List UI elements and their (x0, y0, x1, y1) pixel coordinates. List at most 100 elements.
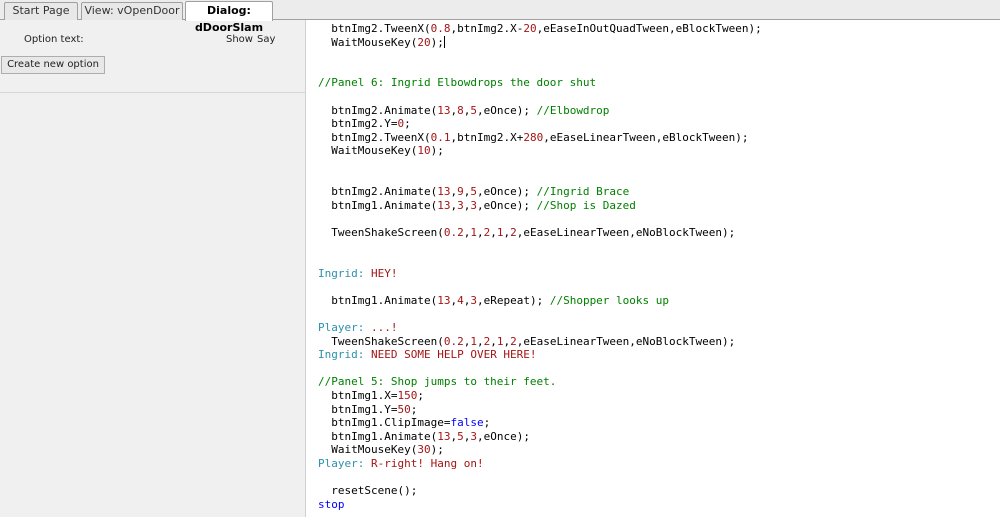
text-caret (443, 35, 445, 48)
code-token: 2 (510, 334, 517, 348)
code-line[interactable]: Ingrid: NEED SOME HELP OVER HERE! (318, 348, 762, 362)
code-line[interactable]: TweenShakeScreen(0.2,1,2,1,2,eEaseLinear… (318, 335, 762, 349)
code-line[interactable]: btnImg2.Y=0; (318, 117, 762, 131)
code-token: 150 (397, 389, 418, 403)
code-token: , (490, 225, 497, 239)
code-token: TweenShakeScreen( (318, 334, 444, 348)
code-line[interactable] (318, 172, 762, 186)
code-token: //Panel 5: Shop jumps to their feet. (318, 375, 557, 389)
code-token: 13 (437, 293, 451, 307)
code-line[interactable]: btnImg2.TweenX(0.1,btnImg2.X+280,eEaseLi… (318, 131, 762, 145)
code-token: 5 (457, 429, 464, 443)
code-line[interactable]: TweenShakeScreen(0.2,1,2,1,2,eEaseLinear… (318, 226, 762, 240)
code-token: NEED SOME HELP OVER HERE! (370, 348, 537, 362)
code-token: //Elbowdrop (536, 103, 610, 117)
code-token: HEY! (370, 266, 398, 280)
code-line[interactable]: btnImg2.Animate(13,8,5,eOnce); //Elbowdr… (318, 104, 762, 118)
code-token: ,eOnce); (476, 198, 537, 212)
code-token: TweenShakeScreen( (318, 225, 444, 239)
code-token: 8 (457, 103, 464, 117)
code-token: btnImg1.X= (318, 389, 398, 403)
code-line[interactable]: Ingrid: HEY! (318, 267, 762, 281)
code-token: btnImg1.ClipImage= (318, 416, 451, 430)
code-token: 5 (470, 185, 477, 199)
code-line[interactable] (318, 63, 762, 77)
code-line[interactable] (318, 240, 762, 254)
tab-view-vopendoor[interactable]: View: vOpenDoor (81, 2, 183, 20)
code-token: ,eOnce); (476, 429, 530, 443)
code-token: ,eEaseLinearTween,eNoBlockTween); (516, 334, 736, 348)
code-token: ,btnImg2.X- (450, 22, 524, 35)
tab-dialog-ddoorslam[interactable]: Dialog: dDoorSlam (185, 1, 273, 34)
code-token: , (476, 225, 484, 239)
tab-bar: Start Page View: vOpenDoor Dialog: dDoor… (0, 0, 1000, 34)
code-line[interactable] (318, 307, 762, 321)
code-token: btnImg2.TweenX( (318, 130, 431, 144)
code-line[interactable] (318, 212, 762, 226)
tab-start-page[interactable]: Start Page (4, 2, 78, 20)
code-token: ,eRepeat); (476, 293, 550, 307)
code-token: ; (410, 402, 418, 416)
code-token: , (490, 334, 497, 348)
create-new-option-button[interactable]: Create new option (1, 56, 105, 74)
code-line[interactable]: WaitMouseKey(30); (318, 443, 762, 457)
code-line[interactable] (318, 362, 762, 376)
code-token: 13 (437, 429, 451, 443)
code-line[interactable]: //Panel 5: Shop jumps to their feet. (318, 375, 762, 389)
code-line[interactable]: btnImg1.Animate(13,5,3,eOnce); (318, 430, 762, 444)
code-token: 1 (470, 334, 477, 348)
code-token: Player: (318, 321, 371, 335)
code-line[interactable]: btnImg1.X=150; (318, 389, 762, 403)
code-token: 3 (457, 198, 464, 212)
code-token: 4 (457, 293, 464, 307)
code-token: 5 (470, 103, 477, 117)
code-line[interactable]: Player: R-right! Hang on! (318, 457, 762, 471)
code-token: 9 (457, 185, 464, 199)
code-line[interactable] (318, 158, 762, 172)
code-token: ,eOnce); (476, 185, 537, 199)
code-line[interactable] (318, 49, 762, 63)
code-token: 280 (523, 130, 544, 144)
code-token: WaitMouseKey( (318, 35, 418, 49)
code-token: ,eEaseLinearTween,eNoBlockTween); (516, 225, 736, 239)
code-token: , (476, 334, 484, 348)
code-line[interactable]: btnImg1.Animate(13,3,3,eOnce); //Shop is… (318, 199, 762, 213)
code-token: 2 (510, 225, 517, 239)
code-line[interactable] (318, 280, 762, 294)
code-line[interactable]: //Panel 6: Ingrid Elbowdrops the door sh… (318, 76, 762, 90)
code-token: 13 (437, 103, 451, 117)
code-token: R-right! Hang on! (370, 457, 484, 470)
code-line[interactable]: WaitMouseKey(10); (318, 144, 762, 158)
code-token: //Shopper looks up (549, 293, 670, 307)
code-line[interactable]: WaitMouseKey(20); (318, 35, 762, 50)
code-token: WaitMouseKey( (318, 443, 418, 457)
code-token: 1 (470, 225, 477, 239)
code-token: false (450, 416, 484, 430)
code-token: ); (430, 35, 444, 49)
code-line[interactable] (318, 253, 762, 267)
code-token: 20 (417, 35, 431, 49)
code-token: btnImg2.Animate( (318, 185, 438, 199)
code-text[interactable]: btnImg2.TweenX(0.8,btnImg2.X-20,eEaseInO… (318, 22, 762, 511)
code-line[interactable]: btnImg2.TweenX(0.8,btnImg2.X-20,eEaseInO… (318, 22, 762, 36)
code-token: btnImg2.Y= (318, 117, 398, 131)
code-line[interactable]: btnImg1.Animate(13,4,3,eRepeat); //Shopp… (318, 294, 762, 308)
code-token: ); (430, 144, 444, 158)
code-line[interactable]: btnImg2.Animate(13,9,5,eOnce); //Ingrid … (318, 185, 762, 199)
code-line[interactable] (318, 471, 762, 485)
code-line[interactable]: resetScene(); (318, 484, 762, 498)
code-line[interactable]: Player: ...! (318, 321, 762, 335)
code-token: stop (318, 497, 345, 511)
code-token: 0.1 (430, 130, 451, 144)
script-editor[interactable]: btnImg2.TweenX(0.8,btnImg2.X-20,eEaseInO… (306, 20, 1000, 517)
dialog-options-panel: Option text: Show Say Create new option (0, 20, 306, 517)
code-line[interactable] (318, 90, 762, 104)
code-line[interactable]: stop (318, 498, 762, 512)
code-token: btnImg1.Animate( (318, 198, 438, 212)
code-token: btnImg2.TweenX( (318, 22, 431, 35)
code-token: ,eEaseLinearTween,eBlockTween); (543, 130, 749, 144)
code-line[interactable]: btnImg1.Y=50; (318, 403, 762, 417)
code-line[interactable]: btnImg1.ClipImage=false; (318, 416, 762, 430)
code-token: //Panel 6: Ingrid Elbowdrops the door sh… (318, 76, 597, 90)
code-token: 0.2 (443, 334, 464, 348)
